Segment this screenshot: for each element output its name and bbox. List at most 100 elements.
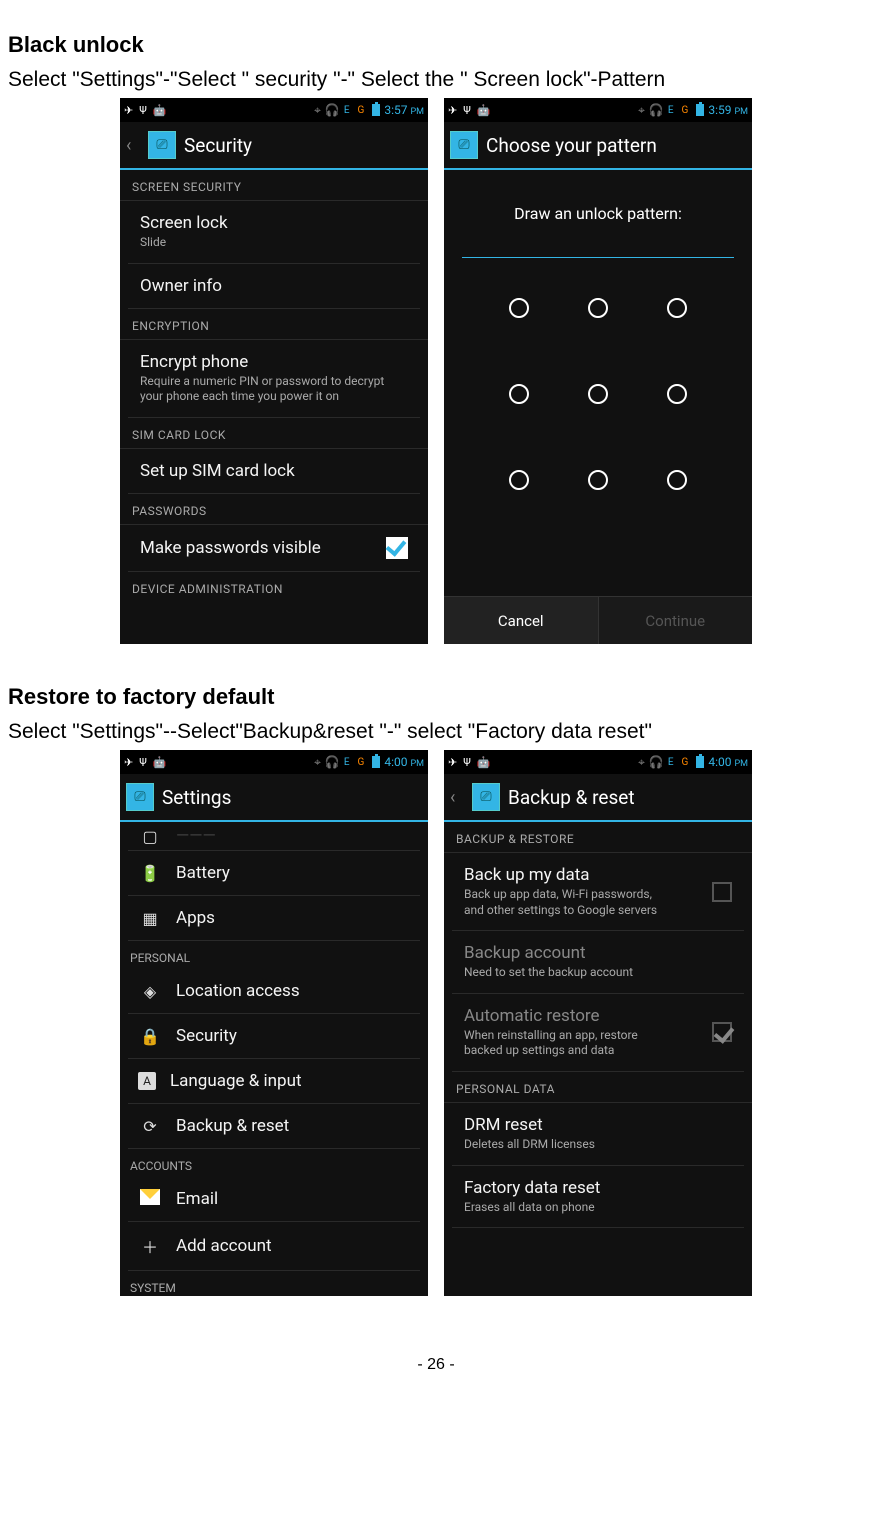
signal-e-label: E [344, 757, 350, 768]
encrypt-sub: Require a numeric PIN or password to dec… [140, 374, 408, 405]
row-owner-info[interactable]: Owner info [128, 264, 420, 309]
pattern-dot[interactable] [667, 384, 687, 404]
section-backup-restore: BACKUP & RESTORE [444, 822, 752, 853]
bluetooth-icon: ⌖ [314, 103, 321, 118]
apps-icon: ▦ [138, 909, 162, 928]
pwd-visible-checkbox[interactable] [386, 537, 408, 559]
section-accounts: ACCOUNTS [120, 1149, 428, 1177]
cancel-button[interactable]: Cancel [444, 597, 598, 644]
android-icon: 🤖 [153, 104, 167, 117]
pattern-dot[interactable] [509, 298, 529, 318]
storage-icon: ▢ [138, 827, 162, 846]
pattern-dot[interactable] [588, 298, 608, 318]
owner-info-title: Owner info [140, 276, 408, 296]
backup-data-checkbox[interactable] [712, 882, 732, 902]
email-icon [138, 1189, 162, 1209]
row-security[interactable]: 🔒 Security [128, 1014, 420, 1059]
language-label: Language & input [170, 1071, 302, 1091]
back-icon[interactable]: ‹ [450, 787, 464, 808]
bluetooth-icon: ⌖ [314, 755, 321, 770]
pattern-dot[interactable] [509, 470, 529, 490]
section-passwords: PASSWORDS [120, 494, 428, 525]
backup-data-sub: Back up app data, Wi-Fi passwords, and o… [464, 887, 664, 918]
battery-icon [372, 756, 380, 768]
status-left: ✈ Ψ 🤖 [448, 756, 491, 769]
headphones-icon: 🎧 [649, 103, 664, 117]
section-sim: SIM CARD LOCK [120, 418, 428, 449]
usb-icon: Ψ [463, 756, 471, 769]
pattern-area[interactable]: Draw an unlock pattern: Cancel Continue [444, 170, 752, 644]
appbar-title: Security [184, 134, 252, 157]
status-left: ✈ Ψ 🤖 [124, 756, 167, 769]
pattern-dot[interactable] [509, 384, 529, 404]
screenshots-row-2: ✈ Ψ 🤖 ⌖ 🎧 E G 4:00 PM ⎚ Settings ▢――― 🔋 … [8, 750, 864, 1296]
row-sim-lock[interactable]: Set up SIM card lock [128, 449, 420, 494]
add-account-label: Add account [176, 1236, 272, 1256]
row-drm-reset[interactable]: DRM reset Deletes all DRM licenses [452, 1103, 744, 1166]
pattern-dots[interactable] [480, 298, 716, 490]
pattern-dot[interactable] [667, 298, 687, 318]
location-label: Location access [176, 981, 300, 1001]
android-icon: 🤖 [477, 756, 491, 769]
row-apps[interactable]: ▦ Apps [128, 896, 420, 941]
signal-g-label: G [358, 105, 365, 116]
row-encrypt-phone[interactable]: Encrypt phone Require a numeric PIN or p… [128, 340, 420, 418]
language-icon: A [138, 1072, 156, 1090]
backup-account-title: Backup account [464, 943, 732, 963]
apps-label: Apps [176, 908, 215, 928]
airplane-icon: ✈ [448, 104, 457, 117]
row-location[interactable]: ◈ Location access [128, 969, 420, 1014]
battery-icon [696, 756, 704, 768]
row-passwords-visible[interactable]: Make passwords visible [128, 525, 420, 572]
section-personal-data: PERSONAL DATA [444, 1072, 752, 1103]
pattern-dot[interactable] [667, 470, 687, 490]
row-screen-lock[interactable]: Screen lock Slide [128, 201, 420, 264]
battery-icon [372, 104, 380, 116]
headphones-icon: 🎧 [325, 103, 340, 117]
clock: 4:00 PM [384, 755, 424, 769]
airplane-icon: ✈ [124, 104, 133, 117]
app-bar[interactable]: ‹ ⎚ Security [120, 122, 428, 170]
pattern-dot[interactable] [588, 470, 608, 490]
pattern-button-bar: Cancel Continue [444, 596, 752, 644]
app-bar: ⎚ Settings [120, 774, 428, 822]
row-factory-reset[interactable]: Factory data reset Erases all data on ph… [452, 1166, 744, 1229]
bluetooth-icon: ⌖ [638, 103, 645, 118]
settings-app-icon: ⎚ [148, 131, 176, 159]
row-add-account[interactable]: ＋ Add account [128, 1222, 420, 1271]
headphones-icon: 🎧 [649, 755, 664, 769]
signal-g-label: G [682, 757, 689, 768]
backup-data-title: Back up my data [464, 865, 704, 885]
section-screen-security: SCREEN SECURITY [120, 170, 428, 201]
status-bar: ✈ Ψ 🤖 ⌖ 🎧 E G 4:00 PM [444, 750, 752, 774]
backup-account-sub: Need to set the backup account [464, 965, 732, 981]
backup-label: Backup & reset [176, 1116, 289, 1136]
body-restore: Select "Settings"--Select"Backup&reset "… [8, 720, 864, 744]
row-back-up-data[interactable]: Back up my data Back up app data, Wi-Fi … [452, 853, 744, 931]
row-backup-reset[interactable]: ⟳ Backup & reset [128, 1104, 420, 1149]
status-left: ✈ Ψ 🤖 [448, 104, 491, 117]
status-bar: ✈ Ψ 🤖 ⌖ 🎧 E G 3:57 PM [120, 98, 428, 122]
row-storage-cut[interactable]: ▢――― [128, 822, 420, 851]
app-bar[interactable]: ‹ ⎚ Backup & reset [444, 774, 752, 822]
battery-label: Battery [176, 863, 230, 883]
app-bar[interactable]: ⎚ Choose your pattern [444, 122, 752, 170]
pattern-dot[interactable] [588, 384, 608, 404]
row-battery[interactable]: 🔋 Battery [128, 851, 420, 896]
row-backup-account: Backup account Need to set the backup ac… [452, 931, 744, 994]
factory-title: Factory data reset [464, 1178, 732, 1198]
back-icon[interactable]: ‹ [126, 135, 140, 156]
status-right: ⌖ 🎧 E G 3:59 PM [638, 103, 748, 118]
status-right: ⌖ 🎧 E G 4:00 PM [638, 755, 748, 770]
section-encryption: ENCRYPTION [120, 309, 428, 340]
clock: 4:00 PM [708, 755, 748, 769]
row-email[interactable]: Email [128, 1177, 420, 1222]
signal-e-label: E [344, 105, 350, 116]
section-personal: PERSONAL [120, 941, 428, 969]
settings-app-icon: ⎚ [472, 783, 500, 811]
row-language[interactable]: A Language & input [128, 1059, 420, 1104]
android-icon: 🤖 [477, 104, 491, 117]
auto-restore-sub: When reinstalling an app, restore backed… [464, 1028, 664, 1059]
pattern-instruction: Draw an unlock pattern: [462, 204, 734, 223]
pwd-visible-title: Make passwords visible [140, 538, 378, 558]
